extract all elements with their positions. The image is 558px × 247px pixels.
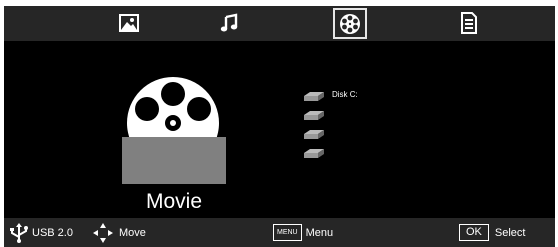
menu-label: Menu [305,226,334,239]
tab-movie[interactable] [333,8,367,39]
usb-indicator: USB 2.0 [8,218,73,247]
disk-item[interactable] [304,146,424,165]
usb-icon [10,222,28,243]
bottom-hint-bar: USB 2.0 Move MENU Menu OK Select [4,218,555,247]
select-label: Select [494,226,526,239]
music-note-icon [220,13,238,32]
photo-icon [119,14,139,32]
disk-item[interactable]: Disk C: [304,89,424,108]
document-icon [461,12,477,34]
menu-key: MENU [273,224,302,241]
tab-music[interactable] [214,9,244,37]
category-title: Movie [145,190,203,213]
disk-item[interactable] [304,127,424,146]
media-type-tab-bar [4,6,555,41]
tab-text[interactable] [454,9,484,37]
disk-list: Disk C: [304,89,424,165]
select-hint[interactable]: OK Select [459,218,525,247]
direction-arrows-icon [93,222,113,243]
media-browser-screen: Movie Disk C: USB 2.0 Move MENU Menu OK … [4,6,555,247]
disk-drive-icon [304,92,324,101]
preview-thumbnail [122,137,226,184]
content-area: Movie Disk C: [4,41,555,218]
disk-drive-icon [304,149,324,158]
usb-label: USB 2.0 [32,226,73,239]
move-label: Move [119,226,146,239]
disk-label: Disk C: [332,90,358,99]
disk-drive-icon [304,111,324,120]
disk-drive-icon [304,130,324,139]
menu-hint[interactable]: MENU Menu [273,218,333,247]
tab-photo[interactable] [114,9,144,37]
film-reel-icon [340,13,360,34]
ok-key: OK [459,224,489,241]
disk-item[interactable] [304,108,424,127]
move-hint: Move [91,218,146,247]
